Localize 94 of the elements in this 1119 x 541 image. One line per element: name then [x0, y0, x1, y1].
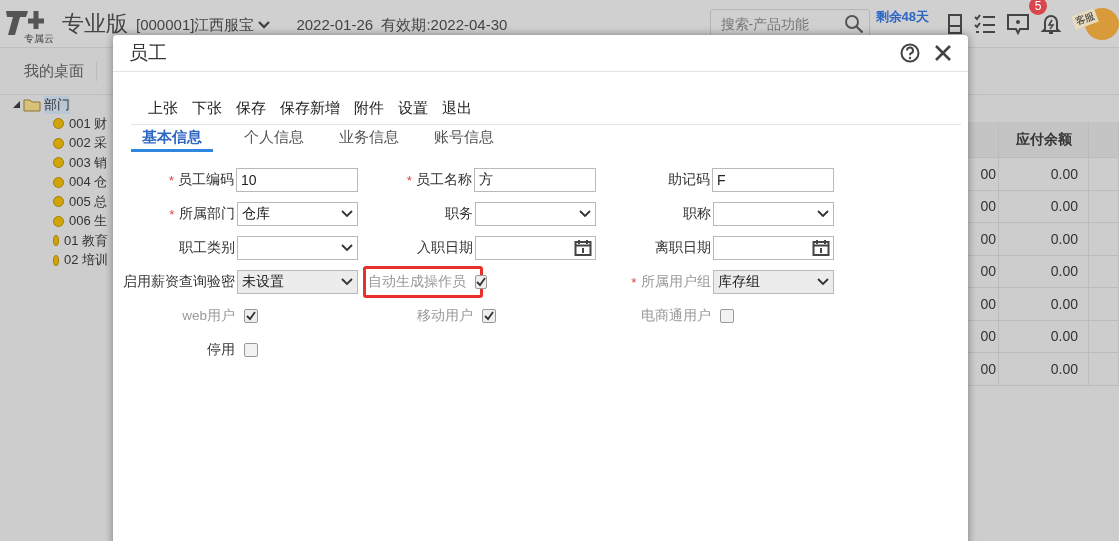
field-label: 职务: [444, 205, 473, 223]
tab[interactable]: 基本信息: [131, 125, 213, 152]
required-mark: *: [406, 172, 412, 188]
field-label: 职工类别: [178, 239, 235, 257]
toolbar-button[interactable]: 保存: [229, 98, 273, 118]
date-field[interactable]: [474, 236, 596, 260]
tree-item[interactable]: 005 总: [69, 192, 108, 211]
field-label: 助记码: [668, 171, 710, 189]
tree-item[interactable]: 02 培训: [63, 251, 108, 270]
column-header: 应付余额: [999, 122, 1089, 157]
input-field[interactable]: 方: [474, 168, 596, 192]
table-cell: 0.00: [999, 320, 1089, 352]
chevron-down-icon[interactable]: [817, 210, 829, 218]
table-cell: 0.00: [999, 223, 1089, 255]
field-label: 入职日期: [416, 239, 473, 257]
table-cell: 0.00: [999, 190, 1089, 222]
required-mark: *: [631, 274, 637, 290]
tree-item[interactable]: 001 财: [69, 114, 108, 133]
field-label: 移动用户: [417, 307, 473, 325]
field-label: 员工编码: [178, 171, 234, 189]
table-cell: 0.00: [999, 158, 1089, 190]
bell-icon[interactable]: [1040, 12, 1062, 35]
field-label: 停用: [207, 341, 235, 359]
caret-icon: [258, 21, 271, 30]
toolbar-button[interactable]: 上张: [141, 98, 185, 118]
tree-item[interactable]: 003 销: [69, 153, 108, 172]
dropdown-field[interactable]: 仓库: [236, 202, 358, 226]
field-label: 所属用户组: [640, 273, 711, 291]
expand-arrow-icon[interactable]: [13, 101, 20, 108]
nav-tab[interactable]: 我的桌面: [24, 61, 97, 81]
dropdown-field[interactable]: [712, 202, 834, 226]
field-label: 自动生成操作员: [368, 273, 466, 291]
tab[interactable]: 业务信息: [321, 125, 416, 152]
message-icon[interactable]: [1006, 12, 1030, 35]
dot-icon: [53, 157, 64, 169]
field-label: 离职日期: [654, 239, 711, 257]
help-icon[interactable]: [900, 43, 920, 63]
chevron-down-icon[interactable]: [341, 244, 353, 252]
notification-badge: 5: [1029, 0, 1047, 15]
toolbar-button[interactable]: 附件: [347, 98, 391, 118]
logo-subtitle: 专属云: [24, 31, 54, 46]
tree-item[interactable]: 004 仓: [69, 173, 108, 192]
field-label: web用户: [182, 307, 235, 325]
required-mark: *: [168, 172, 174, 188]
dot-icon: [53, 176, 64, 188]
dot-icon: [53, 118, 64, 130]
checkbox[interactable]: [482, 309, 496, 323]
input-field[interactable]: F: [712, 168, 834, 192]
chevron-down-icon[interactable]: [579, 210, 591, 218]
dot-icon: [53, 254, 59, 266]
validity-dates: 2022-01-26 有效期:2022-04-30: [296, 16, 508, 35]
checklist-icon[interactable]: [974, 12, 996, 35]
remaining-days: 剩余48天: [875, 8, 929, 26]
dot-icon: [53, 215, 64, 227]
toolbar-button[interactable]: 设置: [391, 98, 435, 118]
toolbar-button[interactable]: 保存新增: [273, 98, 347, 118]
tab[interactable]: 账号信息: [416, 125, 511, 152]
search-icon[interactable]: [843, 13, 864, 34]
chevron-down-icon[interactable]: [341, 210, 353, 218]
date-field[interactable]: [712, 236, 834, 260]
field-label: 职称: [682, 205, 711, 223]
checkbox[interactable]: [244, 343, 258, 357]
toolbar-button[interactable]: 下张: [185, 98, 229, 118]
field-label: 员工名称: [416, 171, 472, 189]
calendar-icon[interactable]: [574, 239, 592, 257]
input-field[interactable]: 10: [236, 168, 358, 192]
table-cell: 0.00: [999, 255, 1089, 287]
dialog-title: 员工: [129, 41, 167, 65]
tree-item[interactable]: 01 教育: [63, 231, 108, 250]
tree-item[interactable]: 部门: [44, 95, 70, 114]
toolbar-button[interactable]: 退出: [435, 98, 479, 118]
bookmark-icon[interactable]: [946, 12, 964, 35]
account-selector[interactable]: [000001]江西服宝: [136, 16, 271, 35]
table-cell: 0.00: [999, 353, 1089, 385]
field-label: 所属部门: [178, 205, 235, 223]
tree-item[interactable]: 002 采: [69, 134, 108, 153]
checkbox[interactable]: [244, 309, 258, 323]
calendar-icon[interactable]: [812, 239, 830, 257]
dot-icon: [53, 196, 64, 208]
dropdown-field[interactable]: [474, 202, 596, 226]
table-cell: 0.00: [999, 288, 1089, 320]
close-icon[interactable]: [934, 44, 952, 62]
folder-icon: [23, 97, 41, 112]
dot-icon: [53, 235, 59, 247]
tab[interactable]: 个人信息: [226, 125, 321, 152]
field-label: 电商通用户: [641, 307, 711, 325]
tree-item[interactable]: 006 生: [69, 212, 108, 231]
checkbox[interactable]: [475, 275, 487, 289]
checkbox[interactable]: [720, 309, 734, 323]
dropdown-field[interactable]: [236, 236, 358, 260]
required-mark: *: [169, 206, 175, 222]
dot-icon: [53, 137, 64, 149]
field-label: 启用薪资查询验密: [122, 273, 235, 291]
product-name: 专业版: [62, 9, 128, 38]
